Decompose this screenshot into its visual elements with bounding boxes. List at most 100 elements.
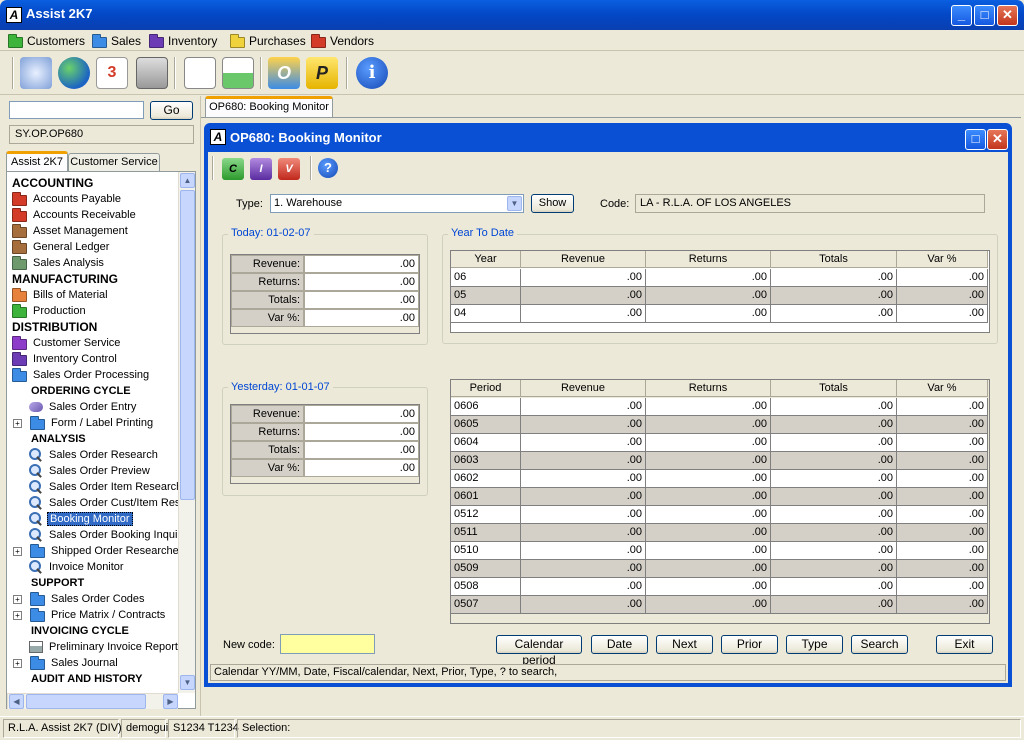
period-cell[interactable]: .00 xyxy=(897,470,988,488)
period-cell[interactable]: .00 xyxy=(521,488,646,506)
period-cell[interactable]: .00 xyxy=(771,506,897,524)
period-cell[interactable]: .00 xyxy=(771,542,897,560)
date-button[interactable]: Date xyxy=(591,635,648,654)
period-cell[interactable]: .00 xyxy=(521,470,646,488)
expand-icon[interactable]: + xyxy=(13,610,22,620)
ytd-cell[interactable]: .00 xyxy=(897,305,988,323)
document-icon[interactable] xyxy=(184,57,216,89)
ytd-cell[interactable]: .00 xyxy=(521,287,646,305)
ytd-header[interactable]: Revenue xyxy=(521,251,646,268)
period-header[interactable]: Var % xyxy=(897,380,988,397)
show-button[interactable]: Show xyxy=(531,194,574,213)
prior-button[interactable]: Prior xyxy=(721,635,778,654)
period-cell[interactable]: 0512 xyxy=(451,506,521,524)
expand-icon[interactable]: + xyxy=(13,546,22,556)
period-cell[interactable]: .00 xyxy=(897,416,988,434)
period-cell[interactable]: .00 xyxy=(771,470,897,488)
maximize-button[interactable]: □ xyxy=(974,5,995,26)
period-cell[interactable]: .00 xyxy=(897,488,988,506)
period-cell[interactable]: .00 xyxy=(521,542,646,560)
period-cell[interactable]: .00 xyxy=(521,506,646,524)
window-close-button[interactable]: ✕ xyxy=(987,129,1008,150)
globe-icon[interactable] xyxy=(58,57,90,89)
info-icon[interactable]: i xyxy=(356,57,388,89)
period-cell[interactable]: .00 xyxy=(646,596,771,614)
minimize-button[interactable]: _ xyxy=(951,5,972,26)
ytd-header[interactable]: Totals xyxy=(771,251,897,268)
period-cell[interactable]: 0604 xyxy=(451,434,521,452)
menu-customers[interactable]: Customers xyxy=(8,32,85,49)
scroll-down-icon[interactable]: ▼ xyxy=(180,675,195,690)
period-cell[interactable]: .00 xyxy=(897,506,988,524)
tree-item-folder[interactable]: Accounts Payable xyxy=(12,191,123,207)
c-icon[interactable]: C xyxy=(222,158,244,180)
menu-inventory[interactable]: Inventory xyxy=(149,32,217,49)
period-cell[interactable]: .00 xyxy=(521,398,646,416)
tab-assist-2k7[interactable]: Assist 2K7 xyxy=(6,151,68,171)
period-cell[interactable]: 0605 xyxy=(451,416,521,434)
period-cell[interactable]: .00 xyxy=(646,470,771,488)
ytd-cell[interactable]: .00 xyxy=(646,287,771,305)
ytd-cell[interactable]: .00 xyxy=(646,305,771,323)
period-cell[interactable]: 0510 xyxy=(451,542,521,560)
tree-item[interactable]: Sales Order Entry xyxy=(29,399,138,415)
period-cell[interactable]: .00 xyxy=(771,416,897,434)
tree-item[interactable]: Booking Monitor xyxy=(29,511,133,527)
calculator-icon[interactable] xyxy=(136,57,168,89)
mail-icon[interactable] xyxy=(20,57,52,89)
tree-item-expandable[interactable]: + Form / Label Printing xyxy=(13,415,155,431)
search-input[interactable] xyxy=(9,101,144,119)
period-cell[interactable]: .00 xyxy=(521,578,646,596)
exit-button[interactable]: Exit xyxy=(936,635,993,654)
menu-purchases[interactable]: Purchases xyxy=(230,32,306,49)
ytd-header[interactable]: Year xyxy=(451,251,521,268)
period-cell[interactable]: .00 xyxy=(646,398,771,416)
menu-sales[interactable]: Sales xyxy=(92,32,141,49)
period-cell[interactable]: .00 xyxy=(646,560,771,578)
period-cell[interactable]: .00 xyxy=(897,434,988,452)
next-button[interactable]: Next xyxy=(656,635,713,654)
tree-item-folder[interactable]: Sales Analysis xyxy=(12,255,106,271)
period-cell[interactable]: .00 xyxy=(771,560,897,578)
period-cell[interactable]: .00 xyxy=(897,596,988,614)
search-button[interactable]: Search xyxy=(851,635,908,654)
chevron-down-icon[interactable]: ▼ xyxy=(507,196,522,211)
period-cell[interactable]: 0603 xyxy=(451,452,521,470)
chart-icon[interactable] xyxy=(222,57,254,89)
period-cell[interactable]: .00 xyxy=(646,452,771,470)
ytd-cell[interactable]: 04 xyxy=(451,305,521,323)
period-cell[interactable]: .00 xyxy=(646,578,771,596)
outlook-icon[interactable]: O xyxy=(268,57,300,89)
doc-tab-booking-monitor[interactable]: OP680: Booking Monitor xyxy=(205,96,333,117)
period-cell[interactable]: 0509 xyxy=(451,560,521,578)
new-code-input[interactable] xyxy=(280,634,375,654)
period-cell[interactable]: .00 xyxy=(897,452,988,470)
period-cell[interactable]: .00 xyxy=(897,578,988,596)
tree-item-folder[interactable]: Inventory Control xyxy=(12,351,119,367)
ytd-cell[interactable]: 05 xyxy=(451,287,521,305)
period-cell[interactable]: .00 xyxy=(646,542,771,560)
ytd-cell[interactable]: .00 xyxy=(646,269,771,287)
i-icon[interactable]: I xyxy=(250,158,272,180)
tree-item-expandable[interactable]: + Sales Order Codes xyxy=(13,591,147,607)
period-cell[interactable]: .00 xyxy=(646,416,771,434)
tree-item[interactable]: Preliminary Invoice Report xyxy=(29,639,180,655)
tree-item[interactable]: Sales Order Preview xyxy=(29,463,152,479)
ytd-cell[interactable]: .00 xyxy=(521,305,646,323)
period-header[interactable]: Period xyxy=(451,380,521,397)
scroll-right-icon[interactable]: ▶ xyxy=(163,694,178,709)
expand-icon[interactable]: + xyxy=(13,658,22,668)
ytd-cell[interactable]: .00 xyxy=(897,269,988,287)
tree-hscrollbar[interactable]: ◀ ▶ xyxy=(7,693,178,709)
scroll-thumb[interactable] xyxy=(180,190,195,500)
period-cell[interactable]: .00 xyxy=(771,434,897,452)
period-cell[interactable]: 0601 xyxy=(451,488,521,506)
ytd-header[interactable]: Var % xyxy=(897,251,988,268)
tree-item[interactable]: Invoice Monitor xyxy=(29,559,126,575)
period-cell[interactable]: .00 xyxy=(897,398,988,416)
ytd-cell[interactable]: .00 xyxy=(771,287,897,305)
help-icon[interactable]: ? xyxy=(318,158,338,178)
period-cell[interactable]: .00 xyxy=(897,524,988,542)
period-header[interactable]: Returns xyxy=(646,380,771,397)
menu-vendors[interactable]: Vendors xyxy=(311,32,374,49)
